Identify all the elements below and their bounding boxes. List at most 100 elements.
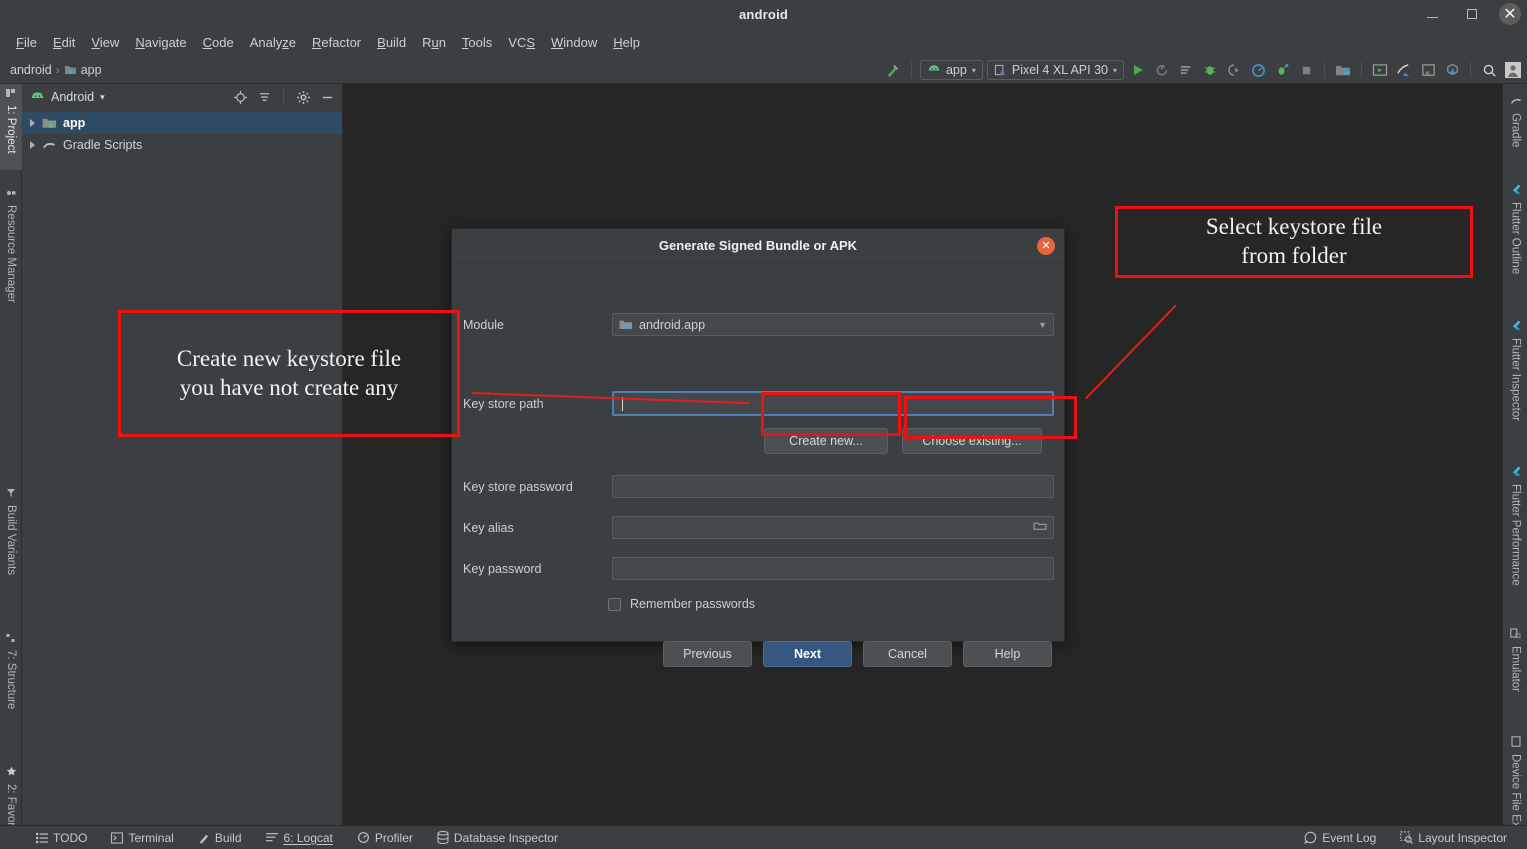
device-selector[interactable]: Pixel 4 XL API 30 ▾ — [986, 60, 1124, 80]
logcat-icon — [265, 833, 278, 842]
stop-icon[interactable] — [1296, 60, 1316, 80]
sidebar-item-flutter-outline[interactable]: Flutter Outline — [1503, 180, 1527, 302]
key-password-input[interactable] — [612, 557, 1054, 580]
status-label-profiler: Profiler — [374, 830, 413, 845]
chevron-down-icon[interactable]: ▾ — [100, 92, 105, 103]
settings-gear-icon[interactable] — [294, 88, 312, 106]
android-robot-icon — [928, 64, 940, 70]
profiler-icon[interactable] — [1248, 60, 1268, 80]
maximize-icon — [1467, 9, 1477, 19]
menu-help[interactable]: Help — [605, 32, 648, 53]
keystore-password-label: Key store password — [463, 479, 573, 494]
debug-icon[interactable] — [1200, 60, 1220, 80]
sidebar-item-flutter-inspector[interactable]: Flutter Inspector — [1503, 316, 1527, 448]
sidebar-item-emulator[interactable]: Emulator — [1503, 624, 1527, 716]
tree-item-gradle-scripts[interactable]: Gradle Scripts — [22, 134, 342, 156]
cancel-button[interactable]: Cancel — [863, 641, 952, 667]
module-folder-icon — [619, 320, 633, 329]
flutter-icon — [1510, 466, 1521, 480]
search-icon[interactable] — [1479, 60, 1499, 80]
previous-button[interactable]: Previous — [663, 641, 752, 667]
menu-window[interactable]: Window — [543, 32, 605, 53]
maximize-button[interactable] — [1459, 1, 1485, 27]
folder-browse-icon[interactable] — [1033, 521, 1047, 535]
key-alias-input[interactable] — [612, 516, 1054, 539]
remember-passwords-checkbox[interactable] — [608, 597, 621, 611]
tree-item-app[interactable]: app — [22, 112, 342, 134]
chevron-right-icon[interactable] — [30, 119, 35, 127]
status-item-layout-inspector[interactable]: Layout Inspector — [1388, 831, 1519, 845]
dialog-footer-buttons: Previous Next Cancel Help — [663, 641, 1052, 667]
next-button[interactable]: Next — [763, 641, 852, 667]
panel-header-separator — [283, 89, 284, 105]
window-title: android — [738, 6, 789, 22]
sidebar-label-flutter-inspector: Flutter Inspector — [1509, 338, 1522, 422]
breadcrumb-android[interactable]: android — [10, 63, 52, 77]
menu-code[interactable]: Code — [195, 32, 242, 53]
run-with-coverage-icon[interactable] — [1272, 60, 1292, 80]
keystore-password-row: Key store password — [452, 475, 1066, 498]
chevron-right-icon[interactable] — [30, 141, 35, 149]
run-icon[interactable] — [1128, 60, 1148, 80]
keystore-password-input[interactable] — [612, 475, 1054, 498]
chevron-down-icon: ▾ — [971, 65, 976, 75]
module-label: Module — [463, 317, 504, 332]
menu-analyze[interactable]: Analyze — [242, 32, 304, 53]
sync-gradle-icon[interactable] — [1442, 60, 1462, 80]
minimize-button[interactable] — [1419, 1, 1445, 27]
layout-editor-icon[interactable] — [1394, 60, 1414, 80]
apply-changes-icon[interactable] — [1152, 60, 1172, 80]
menu-build[interactable]: Build — [369, 32, 414, 53]
locate-icon[interactable] — [231, 88, 249, 106]
close-button[interactable]: ✕ — [1499, 3, 1521, 25]
help-button[interactable]: Help — [963, 641, 1052, 667]
menu-file[interactable]: File — [8, 32, 45, 53]
attach-debugger-icon[interactable] — [1224, 60, 1244, 80]
remember-passwords-label: Remember passwords — [630, 597, 756, 611]
sidebar-item-build-variants[interactable]: Build Variants — [0, 484, 22, 614]
menu-view[interactable]: View — [83, 32, 127, 53]
collapse-all-icon[interactable] — [255, 88, 273, 106]
status-item-profiler[interactable]: Profiler — [345, 831, 425, 845]
create-new-label: Create new... — [789, 434, 863, 448]
dialog-close-button[interactable]: ✕ — [1037, 237, 1055, 255]
avatar-icon[interactable] — [1503, 60, 1523, 80]
status-item-todo[interactable]: TODO — [24, 831, 99, 845]
menu-refactor[interactable]: Refactor — [304, 32, 369, 53]
gradle-icon — [43, 142, 55, 149]
menu-edit[interactable]: Edit — [45, 32, 83, 53]
sidebar-item-project[interactable]: 1: Project — [0, 84, 22, 170]
minimize-icon — [1426, 17, 1438, 18]
sidebar-item-structure[interactable]: 7: Structure — [0, 629, 22, 747]
device-manager-icon[interactable] — [1418, 60, 1438, 80]
avd-manager-icon[interactable] — [1370, 60, 1390, 80]
navigation-toolbar: android › app app ▾ Pixel 4 XL API 30 ▾ — [0, 56, 1527, 84]
status-item-logcat[interactable]: 6: Logcat — [254, 831, 345, 845]
sdk-manager-icon[interactable] — [1333, 60, 1353, 80]
menu-tools[interactable]: Tools — [454, 32, 500, 53]
layout-inspector-icon — [1400, 831, 1414, 844]
sidebar-item-gradle[interactable]: Gradle — [1503, 92, 1527, 168]
remember-passwords-row[interactable]: Remember passwords — [608, 597, 755, 611]
status-item-terminal[interactable]: Terminal — [99, 831, 185, 845]
dialog-titlebar: Generate Signed Bundle or APK ✕ — [452, 229, 1064, 263]
project-panel-header: Android ▾ — [22, 84, 342, 110]
project-view-selector-label[interactable]: Android — [51, 90, 94, 104]
sidebar-item-resource-manager[interactable]: Resource Manager — [0, 184, 22, 332]
menu-navigate[interactable]: Navigate — [127, 32, 194, 53]
menu-vcs[interactable]: VCS — [500, 32, 543, 53]
status-item-event-log[interactable]: Event Log — [1292, 831, 1388, 845]
status-item-build[interactable]: Build — [186, 831, 254, 845]
apply-code-changes-icon[interactable] — [1176, 60, 1196, 80]
status-label-logcat: 6: Logcat — [283, 830, 333, 845]
key-alias-row: Key alias — [452, 516, 1066, 539]
hide-icon[interactable] — [318, 88, 336, 106]
breadcrumb-app[interactable]: app — [81, 63, 102, 77]
run-configuration-selector[interactable]: app ▾ — [919, 60, 983, 80]
module-dropdown[interactable]: android.app ▼ — [612, 313, 1054, 336]
menu-run[interactable]: Run — [414, 32, 454, 53]
sidebar-item-flutter-performance[interactable]: Flutter Performance — [1503, 462, 1527, 612]
build-hammer-icon[interactable] — [883, 60, 903, 80]
status-item-database-inspector[interactable]: Database Inspector — [425, 831, 570, 845]
breadcrumb: android › app — [0, 63, 102, 77]
